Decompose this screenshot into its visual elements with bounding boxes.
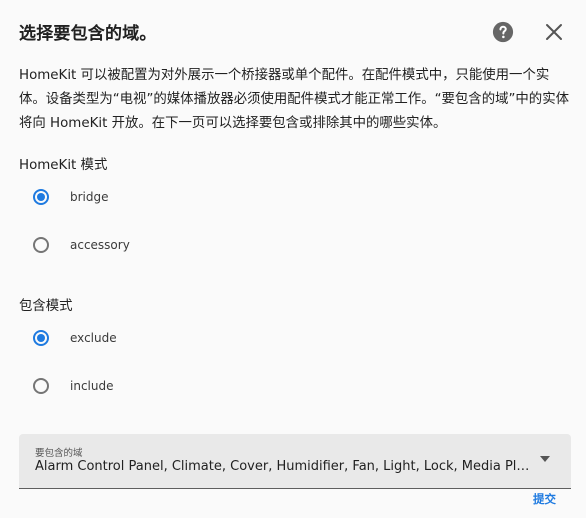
radio-option-accessory[interactable]: accessory bbox=[33, 234, 130, 256]
radio-button-bridge[interactable] bbox=[33, 189, 49, 205]
radio-label-accessory: accessory bbox=[70, 238, 130, 252]
homekit-mode-label: HomeKit 模式 bbox=[19, 158, 108, 173]
domains-select-value: Alarm Control Panel, Climate, Cover, Hum… bbox=[35, 459, 535, 474]
help-circle-icon[interactable] bbox=[492, 21, 514, 43]
radio-label-bridge: bridge bbox=[70, 190, 109, 204]
dialog-title: 选择要包含的域。 bbox=[19, 24, 157, 44]
radio-button-include[interactable] bbox=[33, 378, 49, 394]
dialog-description: HomeKit 可以被配置为对外展示一个桥接器或单个配件。在配件模式中，只能使用… bbox=[19, 68, 569, 131]
submit-button[interactable]: 提交 bbox=[533, 491, 556, 507]
radio-label-exclude: exclude bbox=[70, 331, 117, 345]
include-mode-label: 包含模式 bbox=[19, 299, 73, 314]
radio-option-include[interactable]: include bbox=[33, 375, 113, 397]
config-flow-dialog: 选择要包含的域。 HomeKit 可以被配置为对外展示一个桥接器或单个配件。在配… bbox=[0, 0, 586, 518]
radio-label-include: include bbox=[70, 379, 114, 393]
radio-button-exclude[interactable] bbox=[33, 330, 49, 346]
radio-button-accessory[interactable] bbox=[33, 237, 49, 253]
domains-select-label: 要包含的域 bbox=[35, 448, 83, 459]
close-icon[interactable] bbox=[545, 23, 563, 41]
radio-option-exclude[interactable]: exclude bbox=[33, 327, 117, 349]
dropdown-arrow-icon[interactable] bbox=[540, 456, 550, 462]
domains-select[interactable]: 要包含的域 Alarm Control Panel, Climate, Cove… bbox=[19, 434, 571, 489]
radio-option-bridge[interactable]: bridge bbox=[33, 186, 109, 208]
